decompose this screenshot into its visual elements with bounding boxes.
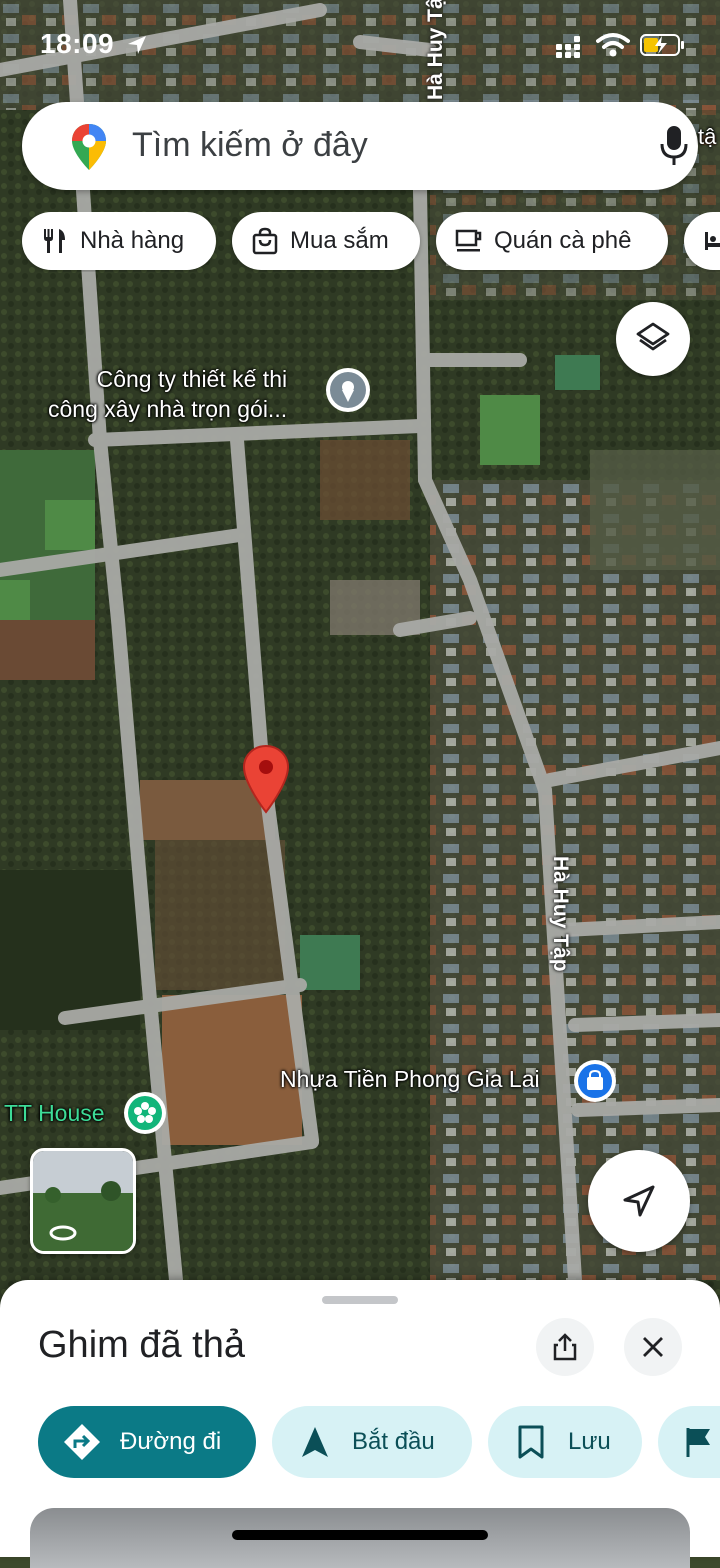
chip-coffee[interactable]: Quán cà phê xyxy=(436,212,668,270)
home-indicator[interactable] xyxy=(232,1530,488,1540)
share-button[interactable] xyxy=(536,1318,594,1376)
bottom-sheet[interactable]: Ghim đã thả Đường đi Bắt đầu Lưu xyxy=(0,1280,720,1568)
navigation-arrow-icon xyxy=(623,1185,655,1217)
coffee-icon xyxy=(455,229,482,252)
category-chips: Nhà hàng Mua sắm Quán cà phê xyxy=(22,212,720,272)
directions-button[interactable]: Đường đi xyxy=(38,1406,256,1478)
my-location-button[interactable] xyxy=(588,1150,690,1252)
place-label-company[interactable]: Công ty thiết kế thi công xây nhà trọn g… xyxy=(48,364,287,424)
navigation-arrow-icon xyxy=(302,1427,328,1457)
place-label-nhua-tien-phong[interactable]: Nhựa Tiền Phong Gia Lai xyxy=(280,1066,540,1093)
street-label-top: Hà Huy Tậ xyxy=(424,0,447,100)
location-services-icon xyxy=(128,36,146,54)
cellular-signal-icon xyxy=(556,36,580,58)
street-label-ha-huy-tap: Hà Huy Tập xyxy=(549,856,572,972)
action-buttons-row: Đường đi Bắt đầu Lưu xyxy=(0,1404,720,1480)
chip-restaurants[interactable]: Nhà hàng xyxy=(22,212,216,270)
close-icon xyxy=(643,1337,663,1357)
status-time: 18:09 xyxy=(40,28,115,59)
flag-icon xyxy=(686,1428,710,1457)
label-button[interactable] xyxy=(658,1406,720,1478)
search-input[interactable]: Tìm kiếm ở đây xyxy=(132,126,368,165)
wifi-icon xyxy=(596,33,630,57)
shopping-bag-icon xyxy=(252,227,278,255)
start-label: Bắt đầu xyxy=(352,1428,435,1455)
sheet-drag-handle[interactable] xyxy=(322,1296,398,1304)
bookmark-icon xyxy=(518,1425,544,1459)
chip-label: Quán cà phê xyxy=(494,227,632,254)
shopping-marker-icon[interactable] xyxy=(572,1058,618,1104)
map-edge-label: tậ xyxy=(698,124,717,149)
chip-hotels[interactable] xyxy=(684,212,720,270)
dropped-pin-icon[interactable] xyxy=(242,744,290,814)
sheet-title: Ghim đã thả xyxy=(38,1324,245,1366)
directions-label: Đường đi xyxy=(120,1428,222,1455)
battery-charging-icon xyxy=(640,34,684,56)
place-marker-icon[interactable] xyxy=(324,366,372,418)
close-button[interactable] xyxy=(624,1318,682,1376)
flower-marker-icon[interactable] xyxy=(122,1090,168,1136)
microphone-icon[interactable] xyxy=(658,124,690,168)
search-bar[interactable]: Tìm kiếm ở đây xyxy=(22,102,698,190)
place-label-tt-house[interactable]: TT House xyxy=(4,1100,105,1127)
status-bar: 18:09 xyxy=(0,0,720,90)
save-button[interactable]: Lưu xyxy=(488,1406,642,1478)
share-icon xyxy=(553,1333,577,1361)
start-button[interactable]: Bắt đầu xyxy=(272,1406,472,1478)
chip-label: Mua sắm xyxy=(290,227,389,254)
hotel-icon xyxy=(705,232,720,250)
chip-shopping[interactable]: Mua sắm xyxy=(232,212,420,270)
map-layers-button[interactable] xyxy=(616,302,690,376)
street-view-thumbnail[interactable] xyxy=(30,1148,136,1254)
directions-icon xyxy=(64,1424,100,1460)
save-label: Lưu xyxy=(568,1428,611,1455)
chip-label: Nhà hàng xyxy=(80,227,185,254)
restaurant-icon xyxy=(44,229,65,253)
google-maps-logo-icon xyxy=(72,124,106,170)
layers-icon xyxy=(636,322,670,351)
